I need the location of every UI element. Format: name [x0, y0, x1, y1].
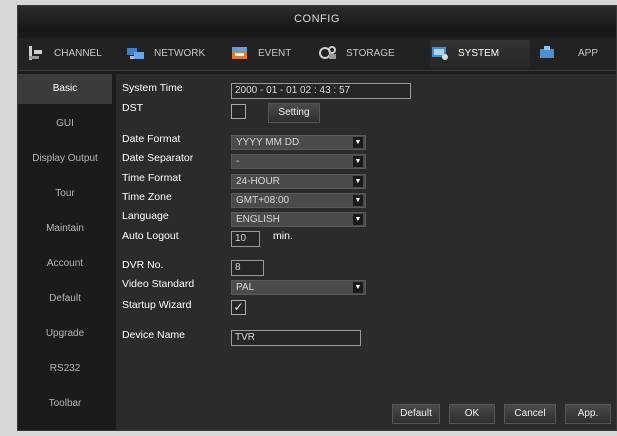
checkmark-icon: ✓: [233, 300, 244, 314]
tab-app-label: APP: [578, 48, 599, 59]
time-format-value: 24-HOUR: [236, 176, 280, 187]
basic-settings-panel: System Time 2000 - 01 - 01 02 : 43 : 57 …: [116, 74, 616, 430]
time-zone-value: GMT+08:00: [236, 195, 290, 206]
dst-label: DST: [122, 102, 143, 114]
sidebar-item-upgrade[interactable]: Upgrade: [18, 319, 112, 349]
startup-wizard-label: Startup Wizard: [122, 299, 192, 311]
apply-button[interactable]: App.: [565, 404, 611, 424]
video-standard-label: Video Standard: [122, 278, 195, 290]
chevron-down-icon: ▼: [353, 195, 363, 206]
language-select[interactable]: ENGLISH ▼: [231, 212, 366, 227]
auto-logout-field[interactable]: 10: [231, 231, 260, 247]
video-standard-value: PAL: [236, 282, 255, 293]
date-format-label: Date Format: [122, 133, 181, 145]
tab-event[interactable]: EVENT: [230, 40, 310, 68]
date-format-select[interactable]: YYYY MM DD ▼: [231, 135, 366, 150]
event-icon: [230, 44, 250, 62]
chevron-down-icon: ▼: [353, 214, 363, 225]
date-separator-select[interactable]: - ▼: [231, 154, 366, 169]
tab-network-label: NETWORK: [154, 48, 206, 59]
sidebar-item-basic[interactable]: Basic: [18, 74, 112, 104]
sidebar-item-account[interactable]: Account: [18, 249, 112, 279]
app-icon: [538, 44, 558, 62]
chevron-down-icon: ▼: [353, 282, 363, 293]
video-standard-select[interactable]: PAL ▼: [231, 280, 366, 295]
dst-setting-button[interactable]: Setting: [268, 103, 320, 123]
ok-button[interactable]: OK: [449, 404, 495, 424]
chevron-down-icon: ▼: [353, 156, 363, 167]
system-time-field[interactable]: 2000 - 01 - 01 02 : 43 : 57: [231, 83, 411, 99]
sidebar-item-gui[interactable]: GUI: [18, 109, 112, 139]
tab-system[interactable]: SYSTEM: [430, 40, 530, 68]
date-format-value: YYYY MM DD: [236, 137, 300, 148]
dvr-no-field[interactable]: 8: [231, 260, 264, 276]
auto-logout-unit: min.: [273, 230, 293, 242]
device-name-field[interactable]: TVR: [231, 330, 361, 346]
sidebar-item-display-output[interactable]: Display Output: [18, 144, 112, 174]
sidebar-item-toolbar[interactable]: Toolbar: [18, 389, 112, 419]
tab-app[interactable]: APP: [538, 40, 612, 68]
sidebar: Basic GUI Display Output Tour Maintain A…: [18, 74, 112, 430]
tab-system-label: SYSTEM: [458, 48, 500, 59]
tab-channel[interactable]: CHANNEL: [26, 40, 118, 68]
time-format-select[interactable]: 24-HOUR ▼: [231, 174, 366, 189]
channel-icon: [26, 44, 46, 62]
cancel-button[interactable]: Cancel: [504, 404, 556, 424]
language-label: Language: [122, 210, 169, 222]
date-separator-value: -: [236, 156, 240, 167]
dvr-no-label: DVR No.: [122, 259, 164, 271]
tab-storage[interactable]: STORAGE: [318, 40, 422, 68]
system-time-label: System Time: [122, 82, 183, 94]
time-zone-label: Time Zone: [122, 191, 172, 203]
sidebar-item-tour[interactable]: Tour: [18, 179, 112, 209]
auto-logout-label: Auto Logout: [122, 230, 179, 242]
tab-event-label: EVENT: [258, 48, 292, 59]
default-button[interactable]: Default: [392, 404, 440, 424]
chevron-down-icon: ▼: [353, 176, 363, 187]
time-zone-select[interactable]: GMT+08:00 ▼: [231, 193, 366, 208]
date-separator-label: Date Separator: [122, 152, 194, 164]
tab-bar: CHANNEL NETWORK EVENT STORAGE SYSTEM APP: [18, 38, 616, 71]
dst-checkbox[interactable]: [231, 104, 246, 119]
sidebar-item-default[interactable]: Default: [18, 284, 112, 314]
config-window: CONFIG CHANNEL NETWORK EVENT STORAGE SYS…: [17, 5, 617, 431]
device-name-label: Device Name: [122, 329, 186, 341]
storage-icon: [318, 44, 338, 62]
language-value: ENGLISH: [236, 214, 280, 225]
sidebar-item-rs232[interactable]: RS232: [18, 354, 112, 384]
time-format-label: Time Format: [122, 172, 182, 184]
sidebar-item-maintain[interactable]: Maintain: [18, 214, 112, 244]
tab-channel-label: CHANNEL: [54, 48, 102, 59]
tab-network[interactable]: NETWORK: [126, 40, 222, 68]
system-icon: [430, 44, 450, 62]
window-title: CONFIG: [18, 6, 616, 32]
chevron-down-icon: ▼: [353, 137, 363, 148]
startup-wizard-checkbox[interactable]: ✓: [231, 300, 246, 315]
network-icon: [126, 44, 146, 62]
tab-storage-label: STORAGE: [346, 48, 395, 59]
